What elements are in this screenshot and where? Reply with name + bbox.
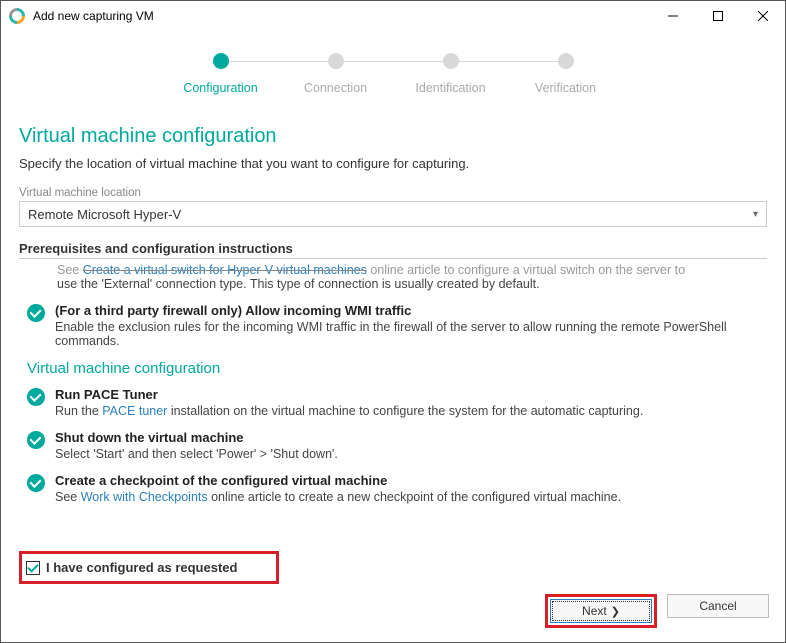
step-configuration[interactable]: Configuration <box>163 53 278 95</box>
item-desc: Enable the exclusion rules for the incom… <box>55 320 743 348</box>
step-dot-icon <box>328 53 344 69</box>
vm-location-select[interactable]: Remote Microsoft Hyper-V ▾ <box>19 201 767 227</box>
item-title: (For a third party firewall only) Allow … <box>55 303 743 318</box>
step-dot-icon <box>443 53 459 69</box>
item-desc: See Work with Checkpoints online article… <box>55 490 743 504</box>
stepper: Configuration Connection Identification … <box>1 31 785 103</box>
content-area: Virtual machine configuration Specify th… <box>1 103 785 584</box>
minimize-button[interactable] <box>650 1 695 31</box>
confirm-label: I have configured as requested <box>46 560 237 575</box>
chevron-right-icon: ❯ <box>611 605 620 618</box>
item-checkpoint: Create a checkpoint of the configured vi… <box>21 473 743 504</box>
check-icon <box>27 304 45 322</box>
step-connection[interactable]: Connection <box>278 53 393 95</box>
pace-tuner-link[interactable]: PACE tuner <box>102 404 167 418</box>
check-icon <box>27 431 45 449</box>
confirm-checkbox[interactable] <box>26 561 40 575</box>
page-heading: Virtual machine configuration <box>19 125 767 148</box>
instructions-scroll[interactable]: See Create a virtual switch for Hyper-V … <box>19 258 767 547</box>
vm-config-section-heading: Virtual machine configuration <box>27 360 743 377</box>
item-title: Run PACE Tuner <box>55 387 743 402</box>
footer: Next❯ Cancel <box>1 584 785 642</box>
vm-location-value: Remote Microsoft Hyper-V <box>28 207 181 222</box>
vm-location-label: Virtual machine location <box>19 187 767 199</box>
item-run-pace: Run PACE Tuner Run the PACE tuner instal… <box>21 387 743 418</box>
item-title: Create a checkpoint of the configured vi… <box>55 473 743 488</box>
item-desc: Select 'Start' and then select 'Power' >… <box>55 447 743 461</box>
confirm-checkbox-row[interactable]: I have configured as requested <box>19 551 279 584</box>
page-subheading: Specify the location of virtual machine … <box>19 156 767 171</box>
item-desc: Run the PACE tuner installation on the v… <box>55 404 743 418</box>
step-dot-icon <box>213 53 229 69</box>
cancel-button[interactable]: Cancel <box>667 594 769 618</box>
chevron-down-icon: ▾ <box>753 209 758 220</box>
window-title: Add new capturing VM <box>33 9 650 23</box>
prereq-label: Prerequisites and configuration instruct… <box>19 241 767 256</box>
next-button[interactable]: Next❯ <box>550 599 652 623</box>
maximize-button[interactable] <box>695 1 740 31</box>
item-firewall: (For a third party firewall only) Allow … <box>21 303 743 348</box>
clipped-prev-item: See Create a virtual switch for Hyper-V … <box>21 263 743 291</box>
step-verification[interactable]: Verification <box>508 53 623 95</box>
check-icon <box>27 388 45 406</box>
item-title: Shut down the virtual machine <box>55 430 743 445</box>
item-shutdown: Shut down the virtual machine Select 'St… <box>21 430 743 461</box>
checkpoints-link[interactable]: Work with Checkpoints <box>81 490 208 504</box>
step-dot-icon <box>558 53 574 69</box>
app-icon <box>6 5 29 28</box>
titlebar: Add new capturing VM <box>1 1 785 31</box>
close-button[interactable] <box>740 1 785 31</box>
next-button-highlight: Next❯ <box>545 594 657 628</box>
check-icon <box>27 474 45 492</box>
step-identification[interactable]: Identification <box>393 53 508 95</box>
